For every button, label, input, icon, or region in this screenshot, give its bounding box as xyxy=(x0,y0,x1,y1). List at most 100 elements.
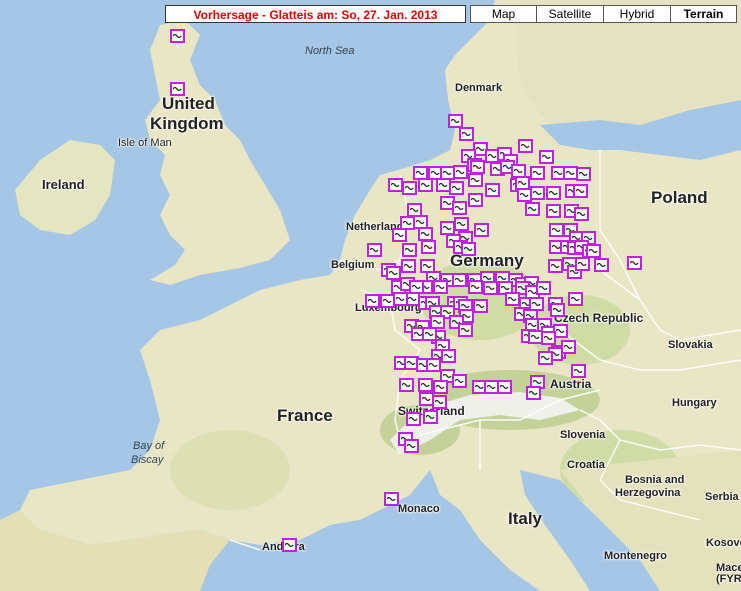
label-italy: Italy xyxy=(508,509,543,528)
ice-warning-icon[interactable] xyxy=(459,127,474,141)
label-slovenia: Slovenia xyxy=(560,429,606,441)
ice-warning-icon[interactable] xyxy=(468,280,483,294)
ice-warning-icon[interactable] xyxy=(399,378,414,392)
map-type-satellite-button[interactable]: Satellite xyxy=(536,5,604,23)
ice-warning-icon[interactable] xyxy=(568,292,583,306)
ice-warning-icon[interactable] xyxy=(627,256,642,270)
label-monaco: Monaco xyxy=(398,503,440,515)
ice-warning-icon[interactable] xyxy=(433,280,448,294)
ice-warning-icon[interactable] xyxy=(170,82,185,96)
ice-warning-icon[interactable] xyxy=(418,178,433,192)
ice-warning-icon[interactable] xyxy=(452,201,467,215)
ice-warning-icon[interactable] xyxy=(461,242,476,256)
ice-warning-icon[interactable] xyxy=(384,492,399,506)
forecast-title: Vorhersage - Glatteis am: So, 27. Jan. 2… xyxy=(165,5,466,23)
label-isle-of-man: Isle of Man xyxy=(118,137,172,149)
label-croatia: Croatia xyxy=(567,459,605,471)
ice-warning-icon[interactable] xyxy=(393,292,408,306)
label-north-sea: North Sea xyxy=(305,45,355,57)
ice-warning-icon[interactable] xyxy=(449,181,464,195)
ice-warning-icon[interactable] xyxy=(571,364,586,378)
ice-warning-icon[interactable] xyxy=(418,227,433,241)
ice-warning-icon[interactable] xyxy=(468,193,483,207)
ice-warning-icon[interactable] xyxy=(404,439,419,453)
ice-warning-icon[interactable] xyxy=(576,167,591,181)
ice-warning-icon[interactable] xyxy=(452,374,467,388)
ice-warning-icon[interactable] xyxy=(421,240,436,254)
ice-warning-icon[interactable] xyxy=(448,114,463,128)
ice-warning-icon[interactable] xyxy=(546,186,561,200)
ice-warning-icon[interactable] xyxy=(485,183,500,197)
ice-warning-icon[interactable] xyxy=(426,358,441,372)
map-type-map-button[interactable]: Map xyxy=(470,5,537,23)
ice-warning-icon[interactable] xyxy=(170,29,185,43)
ice-warning-icon[interactable] xyxy=(470,160,485,174)
label-uk-line2: Kingdom xyxy=(150,114,224,133)
ice-warning-icon[interactable] xyxy=(530,166,545,180)
label-denmark: Denmark xyxy=(455,82,503,94)
ice-warning-icon[interactable] xyxy=(497,380,512,394)
label-hungary: Hungary xyxy=(672,397,717,409)
ice-warning-icon[interactable] xyxy=(525,202,540,216)
ice-warning-icon[interactable] xyxy=(546,204,561,218)
ice-warning-icon[interactable] xyxy=(282,538,297,552)
ice-warning-icon[interactable] xyxy=(518,139,533,153)
ice-warning-icon[interactable] xyxy=(406,412,421,426)
ice-warning-icon[interactable] xyxy=(452,273,467,287)
ice-warning-icon[interactable] xyxy=(432,395,447,409)
ice-warning-icon[interactable] xyxy=(441,349,456,363)
label-bosnia-line2: Herzegovina xyxy=(615,487,681,499)
label-slovakia: Slovakia xyxy=(668,339,713,351)
ice-warning-icon[interactable] xyxy=(505,292,520,306)
ice-warning-icon[interactable] xyxy=(530,186,545,200)
ice-warning-icon[interactable] xyxy=(574,207,589,221)
ice-warning-icon[interactable] xyxy=(575,257,590,271)
label-bosnia-line1: Bosnia and xyxy=(625,474,685,486)
map-type-hybrid-button[interactable]: Hybrid xyxy=(603,5,671,23)
ice-warning-icon[interactable] xyxy=(453,165,468,179)
label-kosovo: Kosovo xyxy=(706,537,741,549)
ice-warning-icon[interactable] xyxy=(418,378,433,392)
label-bay-line2: Biscay xyxy=(131,454,164,466)
ice-warning-icon[interactable] xyxy=(474,223,489,237)
label-uk-line1: United xyxy=(162,94,215,113)
map-type-terrain-button[interactable]: Terrain xyxy=(670,5,737,23)
ice-warning-icon[interactable] xyxy=(365,294,380,308)
ice-warning-icon[interactable] xyxy=(483,281,498,295)
ice-warning-icon[interactable] xyxy=(388,178,403,192)
ice-warning-icon[interactable] xyxy=(536,281,551,295)
ice-warning-icon[interactable] xyxy=(458,323,473,337)
ice-warning-icon[interactable] xyxy=(549,223,564,237)
ice-warning-icon[interactable] xyxy=(550,303,565,317)
ice-warning-icon[interactable] xyxy=(402,181,417,195)
ice-warning-icon[interactable] xyxy=(473,299,488,313)
ice-warning-icon[interactable] xyxy=(392,228,407,242)
ice-warning-icon[interactable] xyxy=(386,266,401,280)
ice-warning-icon[interactable] xyxy=(561,340,576,354)
label-france: France xyxy=(277,406,333,425)
ice-warning-icon[interactable] xyxy=(402,243,417,257)
label-austria: Austria xyxy=(550,377,592,391)
ice-warning-icon[interactable] xyxy=(594,258,609,272)
ice-warning-icon[interactable] xyxy=(433,380,448,394)
ice-warning-icon[interactable] xyxy=(526,386,541,400)
ice-warning-icon[interactable] xyxy=(367,243,382,257)
label-montenegro: Montenegro xyxy=(604,550,667,562)
ice-warning-icon[interactable] xyxy=(573,184,588,198)
ice-warning-icon[interactable] xyxy=(541,331,556,345)
ice-warning-icon[interactable] xyxy=(468,173,483,187)
ice-warning-icon[interactable] xyxy=(401,259,416,273)
map-type-control: Map Satellite Hybrid Terrain xyxy=(470,5,737,23)
label-czech-republic: Czech Republic xyxy=(554,311,644,325)
label-poland: Poland xyxy=(651,188,708,207)
label-macedonia: Mace (FYR) xyxy=(716,563,741,585)
ice-warning-icon[interactable] xyxy=(538,351,553,365)
label-belgium: Belgium xyxy=(331,259,375,271)
ice-warning-icon[interactable] xyxy=(440,221,455,235)
ice-warning-icon[interactable] xyxy=(539,150,554,164)
ice-warning-icon[interactable] xyxy=(548,259,563,273)
ice-warning-icon[interactable] xyxy=(586,244,601,258)
ice-warning-icon[interactable] xyxy=(423,410,438,424)
label-bay-line1: Bay of xyxy=(133,440,165,452)
ice-warning-icon[interactable] xyxy=(454,217,469,231)
